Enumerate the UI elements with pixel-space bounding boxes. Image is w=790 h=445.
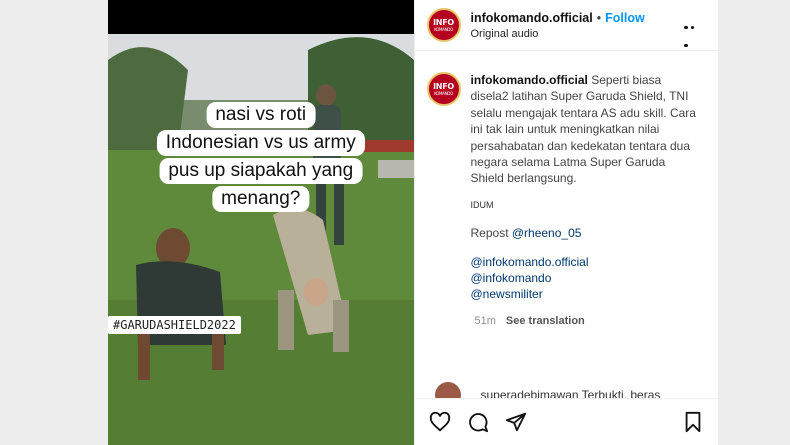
caption-avatar[interactable]: INFO KOMANDO	[426, 72, 461, 106]
bookmark-icon[interactable]	[682, 411, 704, 433]
caption-meta: 51m See translation	[475, 315, 709, 327]
logo-icon: INFO KOMANDO	[433, 81, 454, 96]
see-translation-link[interactable]: See translation	[506, 315, 585, 327]
timestamp: 51m	[474, 314, 496, 327]
follow-button[interactable]: Follow	[605, 11, 645, 25]
caption-area: INFO KOMANDO infokomando.official Seperti…	[426, 72, 709, 327]
logo-icon: INFO KOMANDO	[433, 17, 454, 32]
post-side-panel: INFO KOMANDO infokomando.official • Follo…	[413, 0, 718, 445]
overlay-line-2: Indonesian vs us army	[156, 130, 365, 156]
caption-body: Seperti biasa disela2 latihan Super Garu…	[470, 73, 696, 186]
action-bar	[414, 398, 718, 445]
overlay-line-3: pus up siapakah yang	[159, 158, 363, 184]
more-icon[interactable]	[684, 16, 702, 47]
overlay-line-1: nasi vs roti	[206, 102, 316, 128]
audio-label[interactable]: Original audio	[471, 28, 645, 40]
separator-dot: •	[596, 10, 602, 25]
avatar[interactable]: INFO KOMANDO	[426, 8, 461, 42]
mention-link[interactable]: @infokomando.official	[471, 254, 699, 270]
caption-text: infokomando.official Seperti biasa disel…	[471, 72, 699, 303]
overlay-line-4: menang?	[212, 186, 310, 212]
share-icon[interactable]	[505, 411, 527, 433]
mention-link[interactable]: @rheeno_05	[512, 226, 582, 240]
comment-icon[interactable]	[467, 411, 489, 433]
caption-username[interactable]: infokomando.official	[471, 73, 588, 87]
hashtag-sticker: #GARUDASHIELD2022	[108, 316, 241, 334]
mention-link[interactable]: @newsmiliter	[471, 286, 699, 302]
mention-link[interactable]: @infokomando	[471, 270, 699, 286]
header-username[interactable]: infokomando.official	[471, 11, 593, 25]
video-frame	[108, 0, 414, 445]
heart-icon[interactable]	[429, 411, 451, 433]
post-header: INFO KOMANDO infokomando.official • Follo…	[414, 0, 718, 51]
caption-small-text: IDUM	[470, 199, 494, 210]
post-video[interactable]: nasi vs roti Indonesian vs us army pus u…	[108, 0, 414, 445]
instagram-post: nasi vs roti Indonesian vs us army pus u…	[108, 0, 718, 445]
repost-label: Repost	[470, 226, 512, 241]
